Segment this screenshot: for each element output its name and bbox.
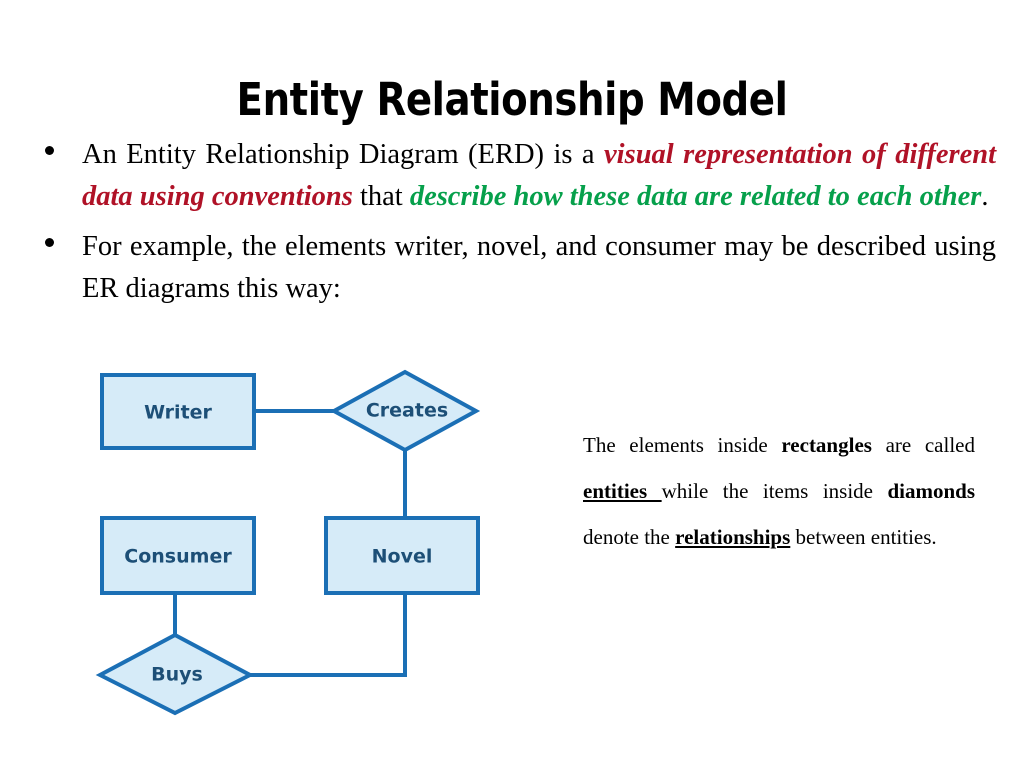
- entity-writer: Writer: [100, 373, 256, 450]
- caption-segment-4: denote the: [583, 525, 676, 549]
- caption-segment-1: The elements inside: [583, 433, 782, 457]
- relationship-buys-label: Buys: [151, 664, 203, 686]
- entity-writer-label: Writer: [144, 402, 212, 424]
- bullet-segment-green: describe how these data are related to e…: [409, 181, 982, 212]
- list-item: An Entity Relationship Diagram (ERD) is …: [36, 134, 996, 218]
- caption-segment-entities: entities: [583, 479, 662, 503]
- caption-segment-2: are called: [871, 433, 975, 457]
- caption-segment-5: between entities.: [790, 525, 937, 549]
- slide-canvas: Entity Relationship Model An Entity Rela…: [0, 0, 1024, 768]
- relationship-buys: Buys: [95, 632, 255, 716]
- relationship-creates-label: Creates: [366, 400, 448, 422]
- caption-segment-3: while the items inside: [661, 479, 888, 503]
- caption-segment-relationships: relationships: [675, 525, 791, 549]
- er-diagram: Writer Creates Consumer Novel Buys: [85, 360, 505, 725]
- bullet-text-1: An Entity Relationship Diagram (ERD) is …: [82, 134, 996, 218]
- connector-buys-novel: [250, 593, 407, 677]
- page-title: Entity Relationship Model: [236, 73, 788, 127]
- relationship-creates: Creates: [329, 369, 481, 453]
- entity-consumer: Consumer: [100, 516, 256, 595]
- bullet-marker-icon: [45, 238, 54, 247]
- bullet-segment-plain: An Entity Relationship Diagram (ERD) is …: [82, 139, 605, 170]
- bullet-segment-plain-2: that: [352, 181, 410, 212]
- diagram-caption: The elements inside rectangles are calle…: [583, 422, 975, 560]
- bullet-list: An Entity Relationship Diagram (ERD) is …: [36, 134, 996, 318]
- bullet-text-2: For example, the elements writer, novel,…: [82, 226, 996, 310]
- entity-novel: Novel: [324, 516, 480, 595]
- bullet-segment-period: .: [981, 181, 989, 212]
- caption-segment-diamonds: diamonds: [887, 479, 975, 503]
- bullet-marker-icon: [45, 146, 54, 155]
- list-item: For example, the elements writer, novel,…: [36, 226, 996, 310]
- entity-consumer-label: Consumer: [124, 546, 232, 568]
- entity-novel-label: Novel: [372, 546, 433, 568]
- caption-segment-rectangles: rectangles: [781, 433, 872, 457]
- bullet-segment-plain: For example, the elements writer, novel,…: [82, 231, 996, 304]
